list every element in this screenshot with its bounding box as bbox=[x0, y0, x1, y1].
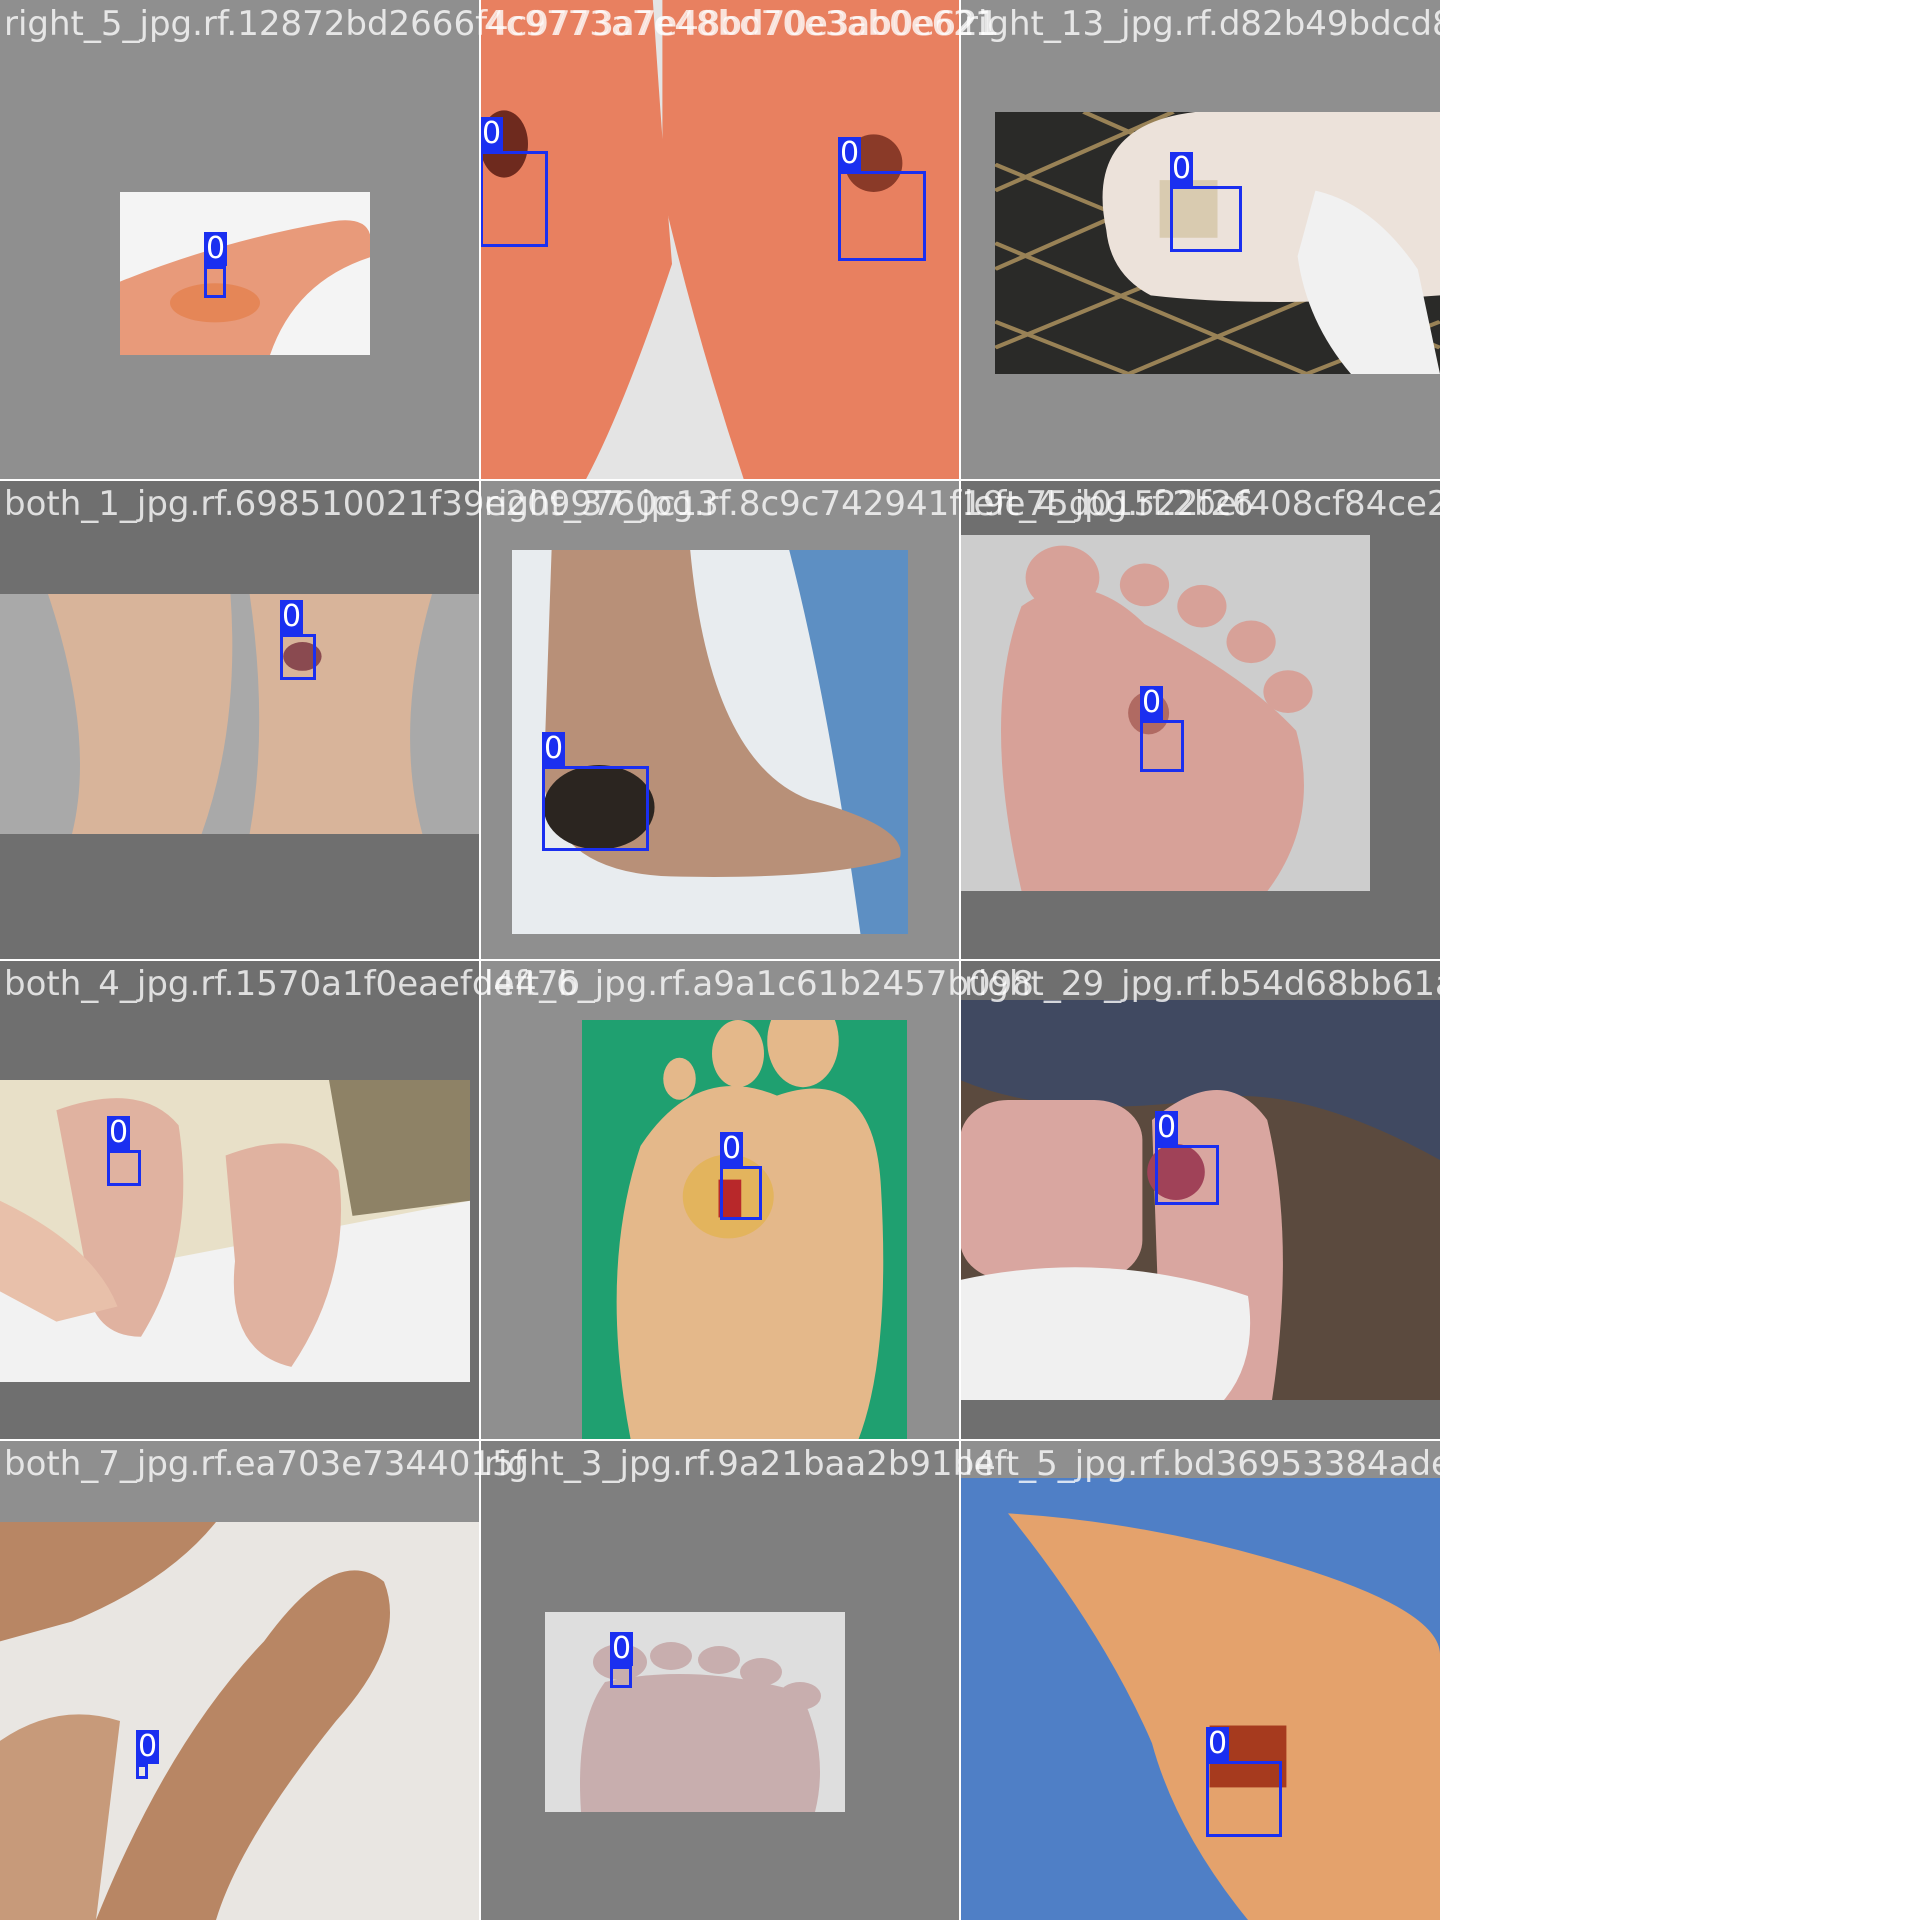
tile-padding: 0 bbox=[0, 480, 480, 960]
tile-filename: right_3_jpg.rf.9a21baa2b91b4 bbox=[484, 1444, 996, 1484]
detection-box bbox=[136, 1764, 148, 1779]
foot-photo bbox=[512, 550, 908, 934]
detection-class-label: 0 bbox=[720, 1131, 744, 1166]
foot-photo bbox=[545, 1612, 845, 1812]
mosaic-tile: 0 left_6_jpg.rf.a9a1c61b2457b098 bbox=[480, 960, 1034, 1440]
tile-padding: 0 bbox=[0, 0, 480, 480]
mosaic-tile: 0 both_7_jpg.rf.ea703e7344015f bbox=[0, 1440, 526, 1920]
detection-class-label: 0 bbox=[1140, 685, 1164, 720]
tile-padding: 0 bbox=[960, 480, 1440, 960]
detection-box bbox=[838, 171, 926, 261]
foot-photo bbox=[120, 192, 370, 355]
detection-class-label: 0 bbox=[480, 116, 504, 151]
detection-class-label: 0 bbox=[838, 136, 862, 171]
mosaic-tile: 0 both_1_jpg.rf.698510021f39e2099760c13 bbox=[0, 480, 719, 960]
tile-padding: 0 bbox=[480, 960, 960, 1440]
tile-padding: 00 bbox=[480, 0, 960, 480]
grid-divider bbox=[0, 959, 1440, 961]
detection-class-label: 0 bbox=[136, 1729, 160, 1764]
foot-photo bbox=[582, 1020, 907, 1440]
detection-class-label: 0 bbox=[107, 1115, 131, 1150]
mosaic-tile: 0 right_3_jpg.rf.9a21baa2b91b4 bbox=[480, 1440, 996, 1920]
mosaic-tile: 0 right_5_jpg.rf.12872bd2666f4c9773a7e48b… bbox=[0, 0, 999, 480]
tile-padding: 0 bbox=[480, 1440, 960, 1920]
detection-box bbox=[480, 151, 548, 247]
detection-class-label: 0 bbox=[1170, 151, 1194, 186]
detection-box bbox=[1155, 1145, 1219, 1205]
foot-photo bbox=[960, 1478, 1440, 1920]
mosaic-tile: 0 both_4_jpg.rf.1570a1f0eaefd447b bbox=[0, 960, 580, 1440]
tile-padding: 0 bbox=[960, 0, 1440, 480]
detection-class-label: 0 bbox=[204, 231, 228, 266]
mosaic-tile: 0 0 4c9773a7e48bd70e3ab0e621 bbox=[480, 0, 996, 480]
foot-photo bbox=[0, 594, 480, 834]
foot-photo bbox=[0, 1080, 470, 1382]
tile-padding: 0 bbox=[960, 1440, 1440, 1920]
foot-photo bbox=[960, 535, 1370, 891]
foot-photo bbox=[0, 1522, 480, 1920]
mosaic-tile: 0 left_5_jpg.rf.bd36953384ade5fefd5891685… bbox=[960, 1440, 1735, 1920]
grid-divider bbox=[0, 1439, 1440, 1441]
detection-box bbox=[720, 1166, 762, 1220]
mosaic-tile: 0 right_37_jpg.rf.8c9c742941f19e75d01522f… bbox=[480, 480, 1254, 960]
tile-padding: 0 bbox=[960, 960, 1440, 1440]
detection-box bbox=[204, 266, 226, 298]
detection-box bbox=[1170, 186, 1242, 252]
detection-class-label: 0 bbox=[1206, 1726, 1230, 1761]
tile-filename: right_13_jpg.rf.d82b49bdcd8da4bae97342f3… bbox=[964, 4, 1745, 44]
tile-padding: 0 bbox=[0, 1440, 480, 1920]
detection-class-label: 0 bbox=[280, 599, 304, 634]
detection-class-label: 0 bbox=[610, 1631, 634, 1666]
detection-box bbox=[1140, 720, 1184, 772]
detection-box bbox=[1206, 1761, 1282, 1837]
tile-filename: 4c9773a7e48bd70e3ab0e621 bbox=[484, 4, 997, 44]
detection-box bbox=[107, 1150, 141, 1186]
tile-filename: left_5_jpg.rf.bd36953384ade5fefd5891685d… bbox=[964, 1444, 1735, 1484]
grid-divider bbox=[0, 479, 1440, 481]
tile-padding: 0 bbox=[480, 480, 960, 960]
tile-padding: 0 bbox=[0, 960, 480, 1440]
detection-box bbox=[280, 634, 316, 680]
mosaic-tile: 0 right_29_jpg.rf.b54d68bb61abaf9f2305b15… bbox=[960, 960, 1781, 1440]
detection-class-label: 0 bbox=[542, 731, 566, 766]
detection-box bbox=[542, 766, 649, 851]
mosaic-tile: 0 left_4_jpg.rf.2bef408cf84ce2cdf60ca714e bbox=[960, 480, 1669, 960]
tile-filename: left_6_jpg.rf.a9a1c61b2457b098 bbox=[484, 964, 1034, 1004]
tile-filename: right_29_jpg.rf.b54d68bb61abaf9f2305b152… bbox=[964, 964, 1781, 1004]
detection-box bbox=[610, 1666, 632, 1688]
tile-filename: both_7_jpg.rf.ea703e7344015f bbox=[4, 1444, 526, 1484]
mosaic-tile: 0 right_13_jpg.rf.d82b49bdcd8da4bae97342f… bbox=[960, 0, 1744, 480]
detection-class-label: 0 bbox=[1155, 1110, 1179, 1145]
tile-filename: left_4_jpg.rf.2bef408cf84ce2cdf60ca714e bbox=[964, 484, 1670, 524]
